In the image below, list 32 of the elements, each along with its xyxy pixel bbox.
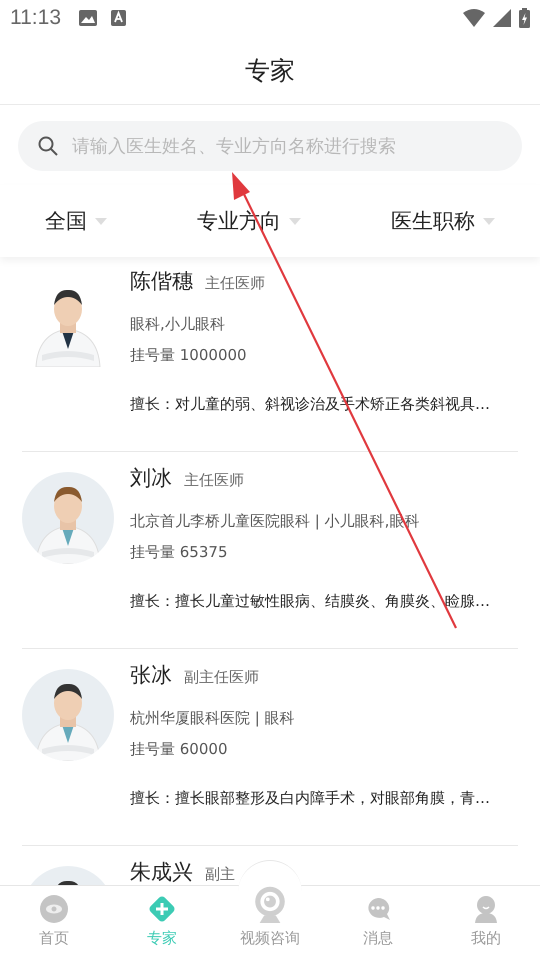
person-icon <box>473 895 499 923</box>
status-time: 11:13 <box>10 6 61 30</box>
page-title: 专家 <box>245 54 295 86</box>
doctor-title: 主任医师 <box>205 274 265 293</box>
filter-dropdown[interactable]: 全国 <box>41 203 111 239</box>
doctor-department: 眼科,小儿眼科 <box>130 315 226 334</box>
doctor-name: 刘冰 <box>130 465 172 492</box>
registration-count: 挂号量 60000 <box>130 740 228 759</box>
doctor-name: 张冰 <box>130 662 172 689</box>
wifi-icon <box>463 9 485 27</box>
search-icon <box>38 136 58 156</box>
caret-icon <box>95 218 107 224</box>
doctor-title: 主任医师 <box>184 471 244 490</box>
caret-icon <box>289 218 301 224</box>
eye-logo-icon <box>40 895 68 923</box>
signal-icon <box>493 9 511 27</box>
registration-count: 挂号量 1000000 <box>130 346 248 365</box>
doctor-item[interactable]: 张冰 副主任医师 杭州华厦眼科医院 | 眼科 挂号量 60000 擅长：擅长眼部整形及白内障手术，对眼部角膜，青… <box>22 649 518 846</box>
doctor-expertise: 擅长：擅长儿童过敏性眼病、结膜炎、角膜炎、睑腺… <box>130 592 490 611</box>
registration-count: 挂号量 65375 <box>130 543 228 562</box>
text-icon <box>111 10 126 26</box>
doctor-name: 陈偕穗 <box>130 268 193 295</box>
doctor-department: 杭州华厦眼科医院 | 眼科 <box>130 709 296 728</box>
image-icon <box>79 10 97 26</box>
caret-icon <box>483 218 495 224</box>
battery-icon <box>519 8 530 28</box>
search-field[interactable]: 请输入医生姓名、专业方向名称进行搜索 <box>18 121 522 171</box>
doctor-name: 朱成兴 <box>130 859 193 885</box>
filter-dropdown[interactable]: 医生职称 <box>387 203 499 239</box>
doctor-title: 副主任医师 <box>184 668 259 687</box>
doctor-title: 副主 <box>205 865 235 884</box>
doctor-expertise: 擅长：擅长眼部整形及白内障手术，对眼部角膜，青… <box>130 789 490 808</box>
